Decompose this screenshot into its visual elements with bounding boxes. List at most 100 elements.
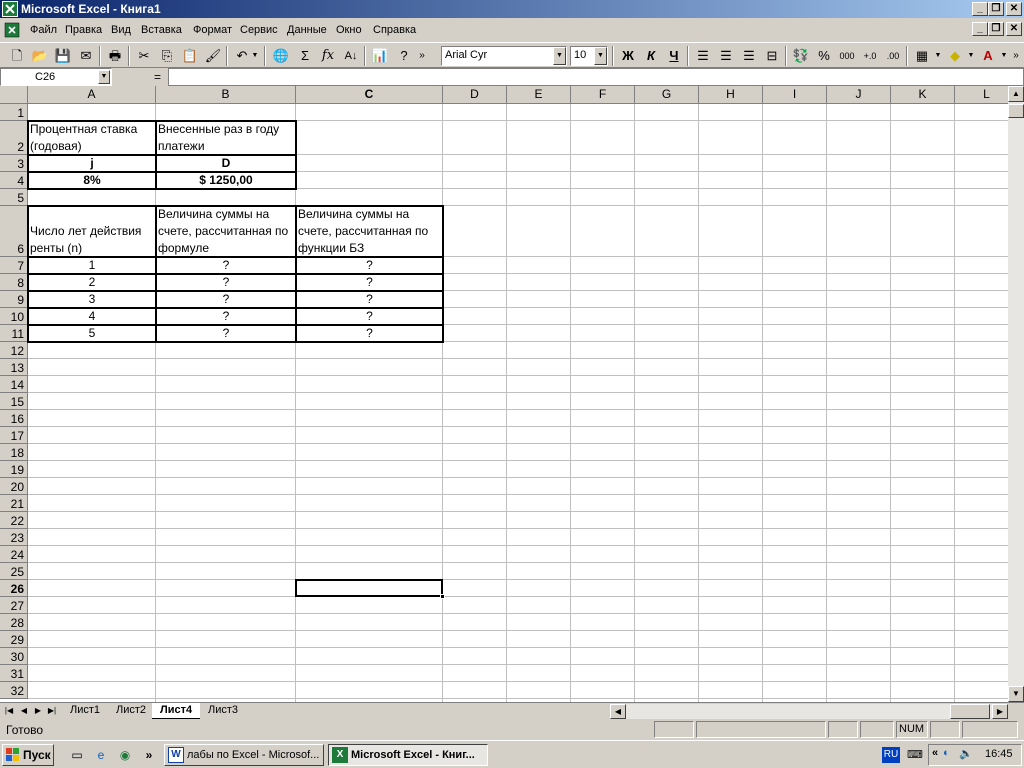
- menu-tools[interactable]: Сервис: [240, 24, 278, 36]
- cell-b9[interactable]: ?: [156, 291, 296, 308]
- column-header-h[interactable]: H: [699, 86, 763, 104]
- column-header-i[interactable]: I: [763, 86, 827, 104]
- scroll-up-icon[interactable]: ▲: [1008, 86, 1024, 102]
- next-sheet-icon[interactable]: ▶: [31, 704, 45, 718]
- italic-button[interactable]: К: [640, 46, 662, 66]
- hyperlink-icon[interactable]: 🌐: [270, 46, 292, 66]
- quicklaunch-more-icon[interactable]: »: [140, 746, 158, 764]
- currency-icon[interactable]: 💱: [790, 46, 812, 66]
- tray-expand-icon[interactable]: «: [932, 747, 938, 759]
- font-name-select[interactable]: Arial Cyr ▼: [441, 46, 567, 66]
- row-header-31[interactable]: 31: [0, 665, 28, 682]
- borders-icon[interactable]: ▦: [911, 46, 933, 66]
- cell-c9[interactable]: ?: [296, 291, 443, 308]
- volume-icon[interactable]: 🔈: [959, 747, 973, 760]
- row-header-27[interactable]: 27: [0, 597, 28, 614]
- row-header-29[interactable]: 29: [0, 631, 28, 648]
- function-icon[interactable]: fx: [317, 46, 339, 66]
- row-header-16[interactable]: 16: [0, 410, 28, 427]
- language-indicator[interactable]: RU: [882, 747, 900, 763]
- last-sheet-icon[interactable]: ▶|: [45, 704, 59, 718]
- prev-sheet-icon[interactable]: ◀: [17, 704, 31, 718]
- row-header-15[interactable]: 15: [0, 393, 28, 410]
- row-header-28[interactable]: 28: [0, 614, 28, 631]
- save-icon[interactable]: 💾: [52, 46, 74, 66]
- chevron-down-icon[interactable]: ▼: [933, 46, 943, 66]
- chevron-down-icon[interactable]: ▼: [999, 46, 1009, 66]
- media-icon[interactable]: ◉: [116, 746, 134, 764]
- chevron-down-icon[interactable]: ▼: [966, 46, 976, 66]
- row-header-20[interactable]: 20: [0, 478, 28, 495]
- doc-restore-button[interactable]: ❐: [988, 22, 1004, 36]
- chevron-down-icon[interactable]: ▼: [98, 70, 110, 84]
- row-header-4[interactable]: 4: [0, 172, 28, 189]
- open-folder-icon[interactable]: 📂: [29, 46, 51, 66]
- copy-icon[interactable]: ⎘: [156, 46, 178, 66]
- column-header-f[interactable]: F: [571, 86, 635, 104]
- font-color-icon[interactable]: A: [977, 46, 999, 66]
- row-header-12[interactable]: 12: [0, 342, 28, 359]
- row-header-11[interactable]: 11: [0, 325, 28, 342]
- cell-a11[interactable]: 5: [28, 325, 156, 342]
- row-header-19[interactable]: 19: [0, 461, 28, 478]
- row-header-1[interactable]: 1: [0, 104, 28, 121]
- cell-b2[interactable]: Внесенные раз в году платежи: [156, 121, 296, 155]
- increase-decimal-icon[interactable]: +.0: [859, 46, 881, 66]
- row-header-10[interactable]: 10: [0, 308, 28, 325]
- cell-b4[interactable]: $ 1250,00: [156, 172, 296, 189]
- cell-c6[interactable]: Величина суммы на счете, рассчитанная по…: [296, 206, 443, 257]
- cell-c11[interactable]: ?: [296, 325, 443, 342]
- row-header-5[interactable]: 5: [0, 189, 28, 206]
- row-header-24[interactable]: 24: [0, 546, 28, 563]
- align-left-icon[interactable]: ☰: [692, 46, 714, 66]
- spreadsheet-grid[interactable]: A B C D E F G H I J K L 1 2 3 4 5 6 7 8 9 10 11 12 13 14 15 16 17 18 1…: [0, 86, 1008, 702]
- row-header-21[interactable]: 21: [0, 495, 28, 512]
- menu-data[interactable]: Данные: [287, 24, 327, 36]
- email-icon[interactable]: ✉: [75, 46, 97, 66]
- row-header-6[interactable]: 6: [0, 206, 28, 257]
- cut-icon[interactable]: ✂: [133, 46, 155, 66]
- sheet-tab-2[interactable]: Лист2: [108, 703, 154, 719]
- bold-button[interactable]: Ж: [617, 46, 639, 66]
- row-header-23[interactable]: 23: [0, 529, 28, 546]
- toolbar-more-icon[interactable]: »: [416, 46, 428, 66]
- scroll-right-icon[interactable]: ▶: [992, 704, 1008, 719]
- autosum-icon[interactable]: Σ: [294, 46, 316, 66]
- column-header-d[interactable]: D: [443, 86, 507, 104]
- select-all-button[interactable]: [0, 86, 28, 104]
- cell-a4[interactable]: 8%: [28, 172, 156, 189]
- cell-a7[interactable]: 1: [28, 257, 156, 274]
- menu-help[interactable]: Справка: [373, 24, 416, 36]
- internet-explorer-icon[interactable]: e: [92, 746, 110, 764]
- row-header-8[interactable]: 8: [0, 274, 28, 291]
- cell-c10[interactable]: ?: [296, 308, 443, 325]
- font-size-select[interactable]: 10 ▼: [570, 46, 608, 66]
- cell-a9[interactable]: 3: [28, 291, 156, 308]
- doc-minimize-button[interactable]: _: [972, 22, 988, 36]
- align-right-icon[interactable]: ☰: [738, 46, 760, 66]
- doc-close-button[interactable]: ✕: [1006, 22, 1022, 36]
- decrease-decimal-icon[interactable]: .00: [882, 46, 904, 66]
- thousands-button[interactable]: 000: [836, 46, 858, 66]
- show-desktop-icon[interactable]: ▭: [68, 746, 86, 764]
- restore-button[interactable]: ❐: [988, 2, 1004, 16]
- fill-color-icon[interactable]: ◆: [944, 46, 966, 66]
- sheet-tab-3[interactable]: Лист3: [200, 703, 246, 719]
- column-header-a[interactable]: A: [28, 86, 156, 104]
- row-header-25[interactable]: 25: [0, 563, 28, 580]
- row-header-30[interactable]: 30: [0, 648, 28, 665]
- underline-button[interactable]: Ч: [663, 46, 685, 66]
- format-painter-icon[interactable]: 🖌: [202, 46, 224, 66]
- scroll-down-icon[interactable]: ▼: [1008, 686, 1024, 702]
- start-button[interactable]: Пуск: [2, 744, 54, 766]
- chevron-down-icon[interactable]: ▼: [553, 47, 566, 65]
- first-sheet-icon[interactable]: |◀: [2, 704, 16, 718]
- hscroll-thumb[interactable]: [950, 704, 990, 719]
- active-cell-cursor[interactable]: [295, 579, 445, 599]
- cell-a8[interactable]: 2: [28, 274, 156, 291]
- task-excel[interactable]: X Microsoft Excel - Книг...: [328, 744, 488, 766]
- minimize-button[interactable]: _: [972, 2, 988, 16]
- cell-b10[interactable]: ?: [156, 308, 296, 325]
- sheet-tab-4[interactable]: Лист4: [152, 703, 201, 719]
- column-header-e[interactable]: E: [507, 86, 571, 104]
